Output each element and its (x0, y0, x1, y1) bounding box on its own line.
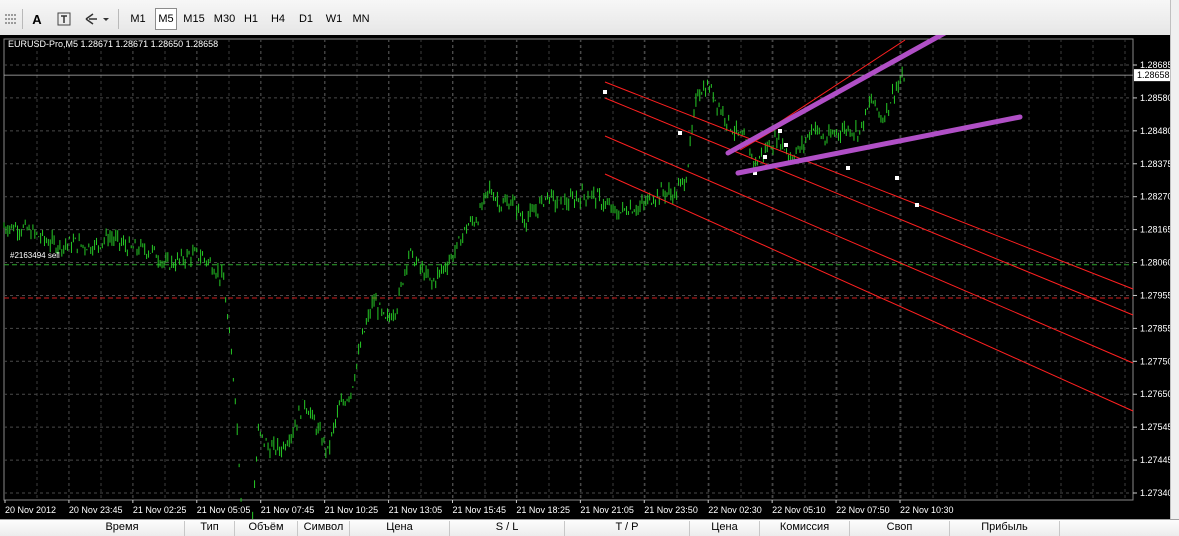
price-tick-label: 1.28480 (1140, 126, 1170, 136)
channel-anchor-point (915, 203, 919, 207)
timeframe-d1-button[interactable]: D1 (294, 8, 318, 30)
chart-toolbar: A M1 M5 M15 M30 H1 H4 D1 W1 MN (0, 0, 1179, 36)
column-header[interactable]: Прибыль (950, 521, 1060, 536)
column-header[interactable]: Комиссия (760, 521, 850, 536)
time-tick-label: 22 Nov 05:10 (772, 505, 826, 515)
column-header[interactable]: Цена (350, 521, 450, 536)
channel-anchor-point (678, 131, 682, 135)
channel-anchor-point (603, 90, 607, 94)
column-header[interactable]: Своп (850, 521, 950, 536)
timeframe-m15-button[interactable]: M15 (181, 8, 207, 30)
price-tick-label: 1.27545 (1140, 422, 1170, 432)
price-tick-label: 1.27750 (1140, 356, 1170, 366)
time-tick-label: 21 Nov 07:45 (261, 505, 315, 515)
text-tool-button[interactable]: A (28, 8, 46, 30)
column-header[interactable]: Время (60, 521, 185, 536)
price-tick-label: 1.28270 (1140, 192, 1170, 202)
timeframe-mn-button[interactable]: MN (349, 8, 373, 30)
channel-anchor-point (763, 155, 767, 159)
time-tick-label: 21 Nov 13:05 (389, 505, 443, 515)
price-tick-label: 1.27340 (1140, 488, 1170, 498)
time-tick-label: 22 Nov 07:50 (836, 505, 890, 515)
column-header[interactable]: Объём (235, 521, 298, 536)
order-label: #2163494 sell (10, 251, 60, 260)
price-chart[interactable]: 1.28685 1.28580 1.28480 1.28375 1.28270 1.281… (0, 35, 1170, 519)
time-tick-label: 20 Nov 2012 (5, 505, 56, 515)
channel-anchor-point (778, 129, 782, 133)
price-tick-label: 1.27955 (1140, 290, 1170, 300)
grid-lines-icon[interactable] (2, 8, 20, 30)
timeframe-h1-button[interactable]: H1 (240, 8, 262, 30)
chart-canvas[interactable]: 1.28685 1.28580 1.28480 1.28375 1.28270 1.281… (0, 35, 1170, 519)
price-tick-label: 1.28375 (1140, 159, 1170, 169)
channel-anchor-point (895, 176, 899, 180)
channel-anchor-point (784, 143, 788, 147)
time-tick-label: 21 Nov 21:05 (580, 505, 634, 515)
channel-anchor-point (846, 166, 850, 170)
time-tick-label: 21 Nov 15:45 (453, 505, 507, 515)
time-tick-label: 21 Nov 02:25 (133, 505, 187, 515)
price-tick-label: 1.27445 (1140, 455, 1170, 465)
plot-frame (3, 38, 1134, 501)
terminal-header: Время Тип Объём Символ Цена S / LT / P Цена Ком… (0, 519, 1179, 536)
timeframe-m5-button[interactable]: M5 (155, 8, 177, 30)
price-tick-label: 1.27650 (1140, 389, 1170, 399)
time-tick-label: 21 Nov 05:05 (197, 505, 251, 515)
time-tick-label: 21 Nov 23:50 (644, 505, 698, 515)
price-tick-label: 1.28685 (1140, 60, 1170, 70)
column-header[interactable]: Цена (690, 521, 760, 536)
timeframe-w1-button[interactable]: W1 (322, 8, 346, 30)
timeframe-m30-button[interactable]: M30 (212, 8, 237, 30)
time-tick-label: 22 Nov 10:30 (900, 505, 954, 515)
column-header[interactable]: T / P (565, 521, 690, 536)
price-tick-label: 1.28060 (1140, 258, 1170, 268)
column-header[interactable]: Тип (185, 521, 235, 536)
price-tick-label: 1.28580 (1140, 93, 1170, 103)
time-tick-label: 21 Nov 18:25 (516, 505, 570, 515)
timeframe-m1-button[interactable]: M1 (126, 8, 150, 30)
column-header[interactable]: Символ (298, 521, 350, 536)
time-tick-label: 21 Nov 10:25 (325, 505, 379, 515)
price-tick-label: 1.27855 (1140, 323, 1170, 333)
window-edge (1170, 0, 1179, 519)
text-label-icon[interactable] (54, 8, 74, 30)
column-header[interactable]: S / L (450, 521, 565, 536)
time-tick-label: 20 Nov 23:45 (69, 505, 123, 515)
time-tick-label: 22 Nov 02:30 (708, 505, 762, 515)
timeframe-h4-button[interactable]: H4 (266, 8, 290, 30)
arrows-dropdown-icon[interactable] (82, 8, 112, 30)
current-price-label: 1.28658 (1137, 70, 1170, 80)
symbol-info: EURUSD-Pro,M5 1.28671 1.28671 1.28650 1.… (8, 39, 219, 49)
price-tick-label: 1.28165 (1140, 225, 1170, 235)
